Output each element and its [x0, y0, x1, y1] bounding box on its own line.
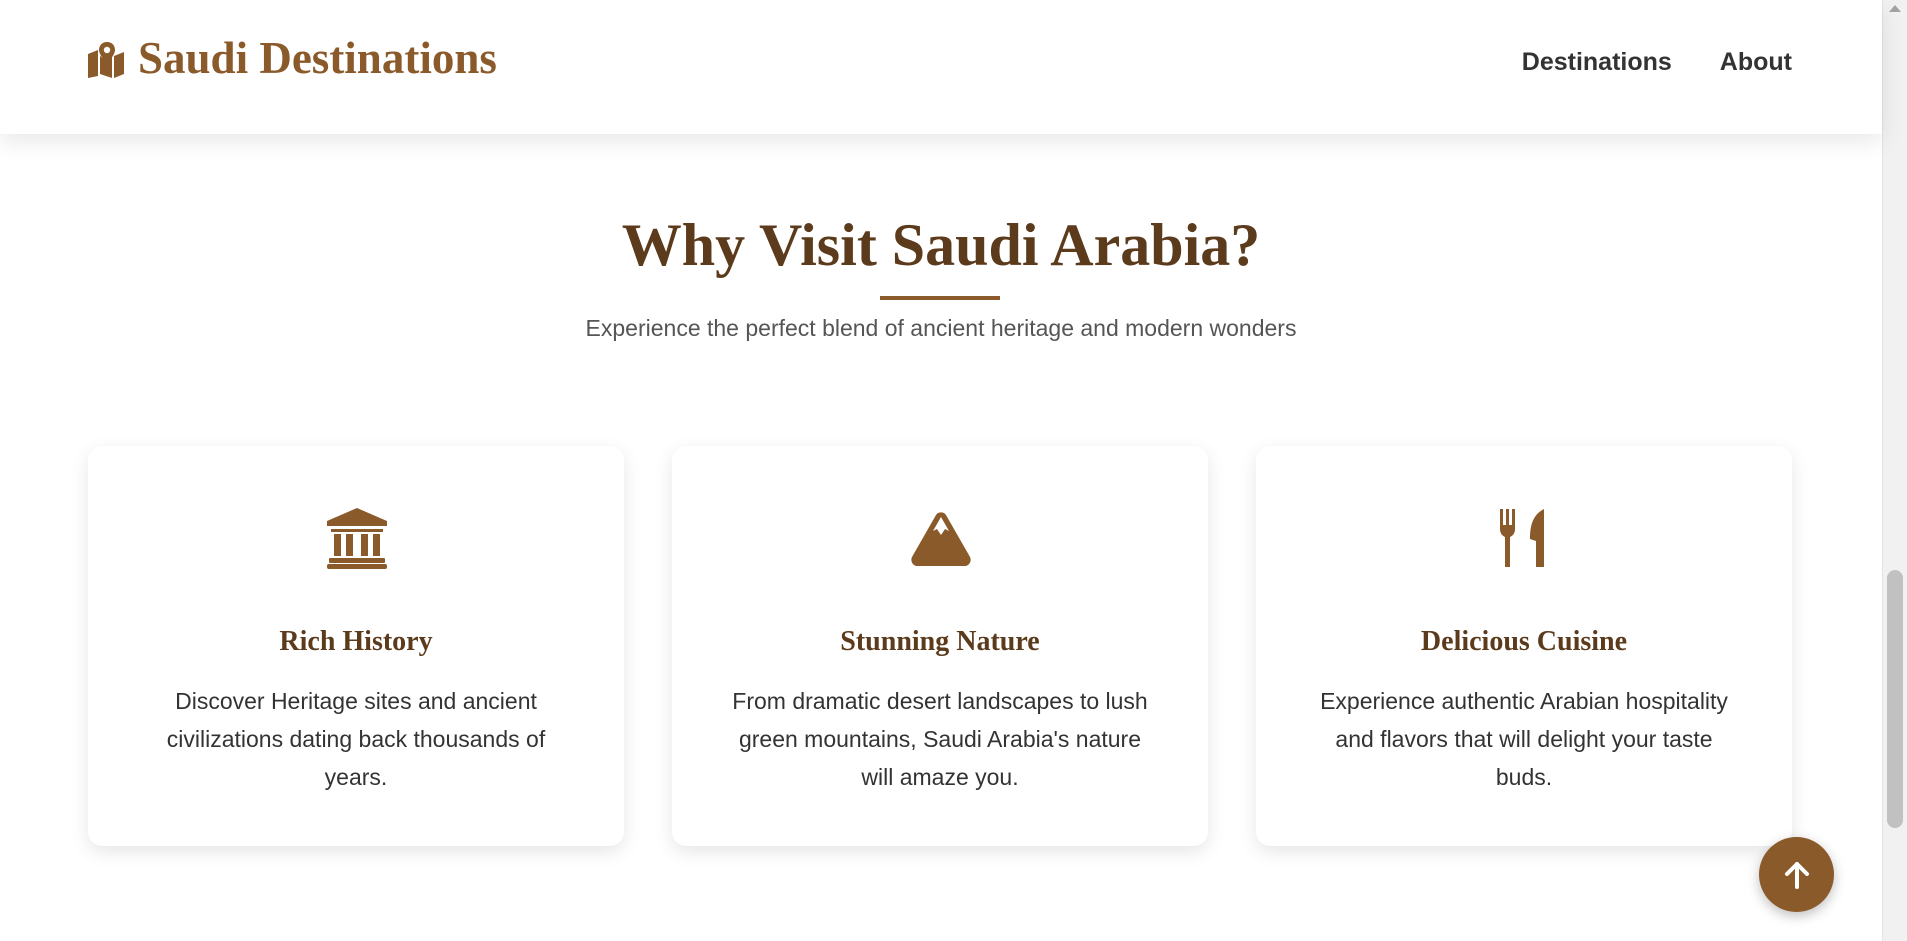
main-nav: Destinations About [1522, 48, 1792, 77]
map-location-icon [88, 40, 124, 78]
card-description: From dramatic desert landscapes to lush … [732, 688, 1148, 790]
nav-link-about[interactable]: About [1720, 48, 1792, 77]
brand-logo[interactable]: Saudi Destinations [86, 36, 497, 81]
nav-link-destinations[interactable]: Destinations [1522, 48, 1672, 77]
mountain-icon [911, 512, 971, 566]
feature-card-cuisine: Delicious Cuisine Experience authentic A… [1256, 446, 1792, 846]
utensils-icon [1500, 509, 1544, 567]
feature-card-nature: Stunning Nature From dramatic desert lan… [672, 446, 1208, 846]
scroll-up-arrow-icon[interactable] [1889, 5, 1901, 12]
card-description: Discover Heritage sites and ancient civi… [166, 688, 546, 790]
card-title: Stunning Nature [840, 626, 1040, 657]
section-title: Why Visit Saudi Arabia? [621, 212, 1261, 278]
scrollbar-thumb[interactable] [1887, 570, 1903, 828]
back-to-top-button[interactable] [1759, 837, 1834, 912]
card-title: Delicious Cuisine [1420, 626, 1628, 657]
vertical-scrollbar[interactable] [1882, 0, 1907, 941]
title-underline [880, 296, 1000, 300]
site-header: Saudi Destinations Destinations About [0, 0, 1882, 134]
landmark-icon [327, 508, 387, 569]
brand-name: Saudi Destinations [138, 33, 497, 83]
card-title: Rich History [279, 626, 433, 657]
arrow-up-icon [1784, 861, 1809, 889]
feature-card-history: Rich History Discover Heritage sites and… [88, 446, 624, 846]
card-description: Experience authentic Arabian hospitality… [1320, 688, 1728, 790]
section-subtitle: Experience the perfect blend of ancient … [585, 315, 1297, 341]
page: Saudi Destinations Destinations About Wh… [0, 0, 1907, 941]
